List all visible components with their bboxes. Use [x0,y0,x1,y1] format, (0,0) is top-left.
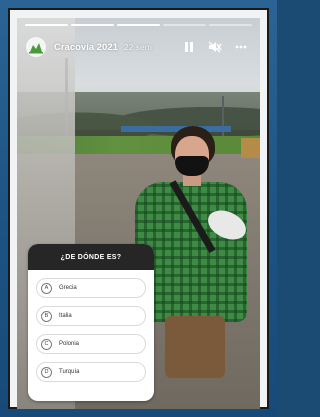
option-letter: C [41,338,52,350]
more-icon[interactable] [234,40,248,54]
pause-icon[interactable] [182,40,196,54]
option-letter: D [41,366,52,378]
story-viewer[interactable]: Cracovia 2021 22 sem ¿DE DÓNDE ES? A Gre… [17,18,260,409]
face-mask [175,156,209,176]
quiz-option-b[interactable]: B Italia [36,306,146,326]
option-text: Italia [59,313,72,319]
option-text: Turquía [59,369,80,375]
quiz-option-c[interactable]: C Polonia [36,334,146,354]
progress-segment [209,24,252,26]
progress-segment [163,24,206,26]
option-text: Grecia [59,285,77,291]
option-letter: A [41,282,52,294]
account-name[interactable]: Cracovia 2021 [54,42,118,53]
quiz-option-a[interactable]: A Grecia [36,278,146,298]
progress-segment [25,24,68,26]
quiz-question: ¿DE DÓNDE ES? [28,244,154,270]
avatar[interactable] [25,36,47,58]
progress-segment [71,24,114,26]
story-controls [182,40,252,54]
person-pants [165,316,225,378]
story-age: 22 sem [123,42,152,52]
option-text: Polonia [59,341,80,347]
mute-icon[interactable] [208,40,222,54]
highlight-cover-icon [29,43,43,54]
option-letter: B [41,310,52,322]
story-header: Cracovia 2021 22 sem [25,34,252,60]
story-progress [25,24,252,27]
quiz-sticker: ¿DE DÓNDE ES? A Grecia B Italia C Poloni… [28,244,154,401]
quiz-option-d[interactable]: D Turquía [36,362,146,382]
progress-segment [117,24,160,26]
